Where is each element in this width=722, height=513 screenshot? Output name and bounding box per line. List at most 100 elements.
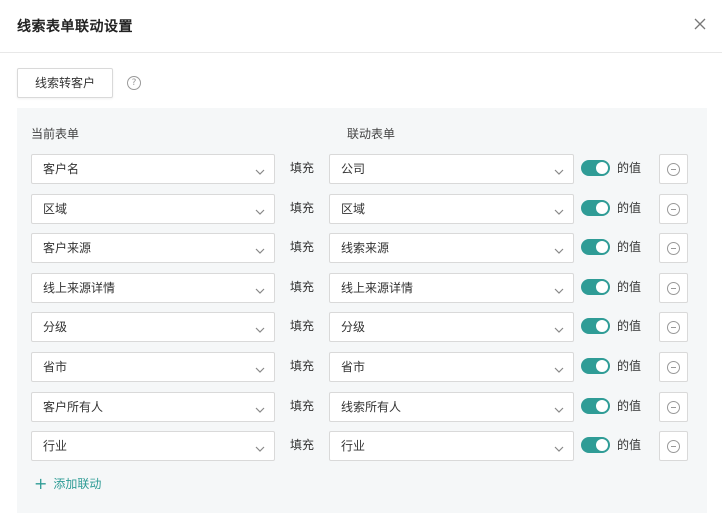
source-field-select[interactable]: 区域 xyxy=(31,193,275,224)
source-field-select[interactable]: 行业 xyxy=(31,431,275,462)
chevron-down-icon xyxy=(553,440,565,453)
fill-label: 填充 xyxy=(290,240,315,255)
toggle-knob xyxy=(596,201,608,214)
target-field-value: 区域 xyxy=(341,201,366,216)
close-icon[interactable] xyxy=(692,16,708,32)
source-field-value: 客户来源 xyxy=(43,241,92,256)
minus-circle-icon xyxy=(667,242,680,256)
minus-circle-icon xyxy=(667,400,680,414)
value-label: 的值 xyxy=(617,200,642,215)
linkage-row: 客户名 填充 公司 的值 xyxy=(17,154,707,184)
target-field-select[interactable]: 线索来源 xyxy=(329,233,574,264)
linkage-panel: 当前表单 联动表单 客户名 填充 公司 的值 区域 填充 区域 的值 客户来源 填充 线索来源 的值线… xyxy=(17,108,707,513)
target-field-value: 行业 xyxy=(341,439,366,454)
linkage-toggle[interactable] xyxy=(581,160,610,176)
plus-icon: + xyxy=(34,474,48,493)
remove-row-button[interactable] xyxy=(659,431,688,462)
linkage-toggle[interactable] xyxy=(581,397,610,414)
tab-lead-to-customer[interactable]: 线索转客户 xyxy=(17,68,113,98)
toggle-knob xyxy=(596,439,608,452)
linkage-row: 客户所有人 填充 线索所有人 的值 xyxy=(17,391,707,422)
toggle-knob xyxy=(596,162,608,174)
fill-label: 填充 xyxy=(290,319,315,334)
remove-row-button[interactable] xyxy=(659,272,688,303)
source-field-value: 区域 xyxy=(43,201,68,216)
source-field-value: 省市 xyxy=(43,360,68,374)
linkage-toggle[interactable] xyxy=(581,358,610,374)
linkage-row: 省市 填充 省市 的值 xyxy=(17,352,707,382)
target-field-value: 公司 xyxy=(341,162,366,176)
chevron-down-icon xyxy=(553,163,565,175)
target-field-select[interactable]: 行业 xyxy=(329,431,574,462)
source-field-value: 线上来源详情 xyxy=(43,280,116,295)
fill-label: 填充 xyxy=(290,200,315,215)
linked-form-column-label: 联动表单 xyxy=(347,127,396,141)
chevron-down-icon xyxy=(553,282,565,294)
target-field-select[interactable]: 区域 xyxy=(329,193,574,224)
remove-row-button[interactable] xyxy=(659,391,688,422)
source-field-select[interactable]: 分级 xyxy=(31,312,275,343)
value-label: 的值 xyxy=(617,161,642,175)
chevron-down-icon xyxy=(254,163,266,175)
target-field-select[interactable]: 省市 xyxy=(329,352,574,382)
add-linkage-label: 添加联动 xyxy=(53,477,102,491)
remove-row-button[interactable] xyxy=(659,154,688,184)
source-field-value: 客户所有人 xyxy=(43,399,104,414)
source-field-select[interactable]: 客户所有人 xyxy=(31,391,275,422)
linkage-toggle[interactable] xyxy=(581,199,610,216)
chevron-down-icon xyxy=(553,203,565,215)
source-field-select[interactable]: 线上来源详情 xyxy=(31,272,275,303)
toggle-knob xyxy=(596,241,608,254)
question-circle-icon[interactable]: ? xyxy=(127,76,141,90)
toggle-knob xyxy=(596,280,608,293)
value-label: 的值 xyxy=(617,359,642,373)
chevron-down-icon xyxy=(254,401,266,413)
target-field-value: 线上来源详情 xyxy=(341,280,414,295)
linkage-toggle[interactable] xyxy=(581,278,610,295)
chevron-down-icon xyxy=(553,242,565,255)
source-field-value: 行业 xyxy=(43,439,68,454)
source-field-value: 分级 xyxy=(43,320,68,335)
remove-row-button[interactable] xyxy=(659,312,688,343)
linkage-toggle[interactable] xyxy=(581,437,610,454)
chevron-down-icon xyxy=(254,282,266,294)
linkage-settings-dialog: 线索表单联动设置 线索转客户 ? 当前表单 联动表单 客户名 填充 公司 的值 区域 填充… xyxy=(0,0,722,513)
add-linkage-button[interactable]: + 添加联动 xyxy=(34,476,101,492)
chevron-down-icon xyxy=(254,203,266,215)
target-field-select[interactable]: 线上来源详情 xyxy=(329,272,574,303)
minus-circle-icon xyxy=(667,361,680,374)
remove-row-button[interactable] xyxy=(659,193,688,224)
value-label: 的值 xyxy=(617,319,642,334)
target-field-select[interactable]: 公司 xyxy=(329,154,574,184)
chevron-down-icon xyxy=(553,401,565,413)
linkage-row: 区域 填充 区域 的值 xyxy=(17,193,707,224)
source-field-select[interactable]: 客户来源 xyxy=(31,233,275,264)
minus-circle-icon xyxy=(667,321,680,335)
source-field-select[interactable]: 省市 xyxy=(31,352,275,382)
dialog-title: 线索表单联动设置 xyxy=(17,19,133,35)
chevron-down-icon xyxy=(254,361,266,373)
fill-label: 填充 xyxy=(290,359,315,373)
fill-label: 填充 xyxy=(290,438,315,453)
value-label: 的值 xyxy=(617,240,642,255)
source-field-select[interactable]: 客户名 xyxy=(31,154,275,184)
minus-circle-icon xyxy=(667,440,680,454)
target-field-value: 线索所有人 xyxy=(341,399,402,414)
linkage-toggle[interactable] xyxy=(581,318,610,335)
target-field-select[interactable]: 线索所有人 xyxy=(329,391,574,422)
fill-label: 填充 xyxy=(290,398,315,413)
target-field-select[interactable]: 分级 xyxy=(329,312,574,343)
remove-row-button[interactable] xyxy=(659,233,688,264)
value-label: 的值 xyxy=(617,398,642,413)
value-label: 的值 xyxy=(617,279,642,294)
linkage-toggle[interactable] xyxy=(581,239,610,256)
fill-label: 填充 xyxy=(290,161,315,175)
remove-row-button[interactable] xyxy=(659,352,688,382)
linkage-row: 行业 填充 行业 的值 xyxy=(17,431,707,462)
target-field-value: 线索来源 xyxy=(341,241,390,256)
current-form-column-label: 当前表单 xyxy=(31,127,80,141)
chevron-down-icon xyxy=(254,321,266,334)
chevron-down-icon xyxy=(553,361,565,373)
chevron-down-icon xyxy=(254,440,266,453)
toggle-knob xyxy=(596,360,608,372)
